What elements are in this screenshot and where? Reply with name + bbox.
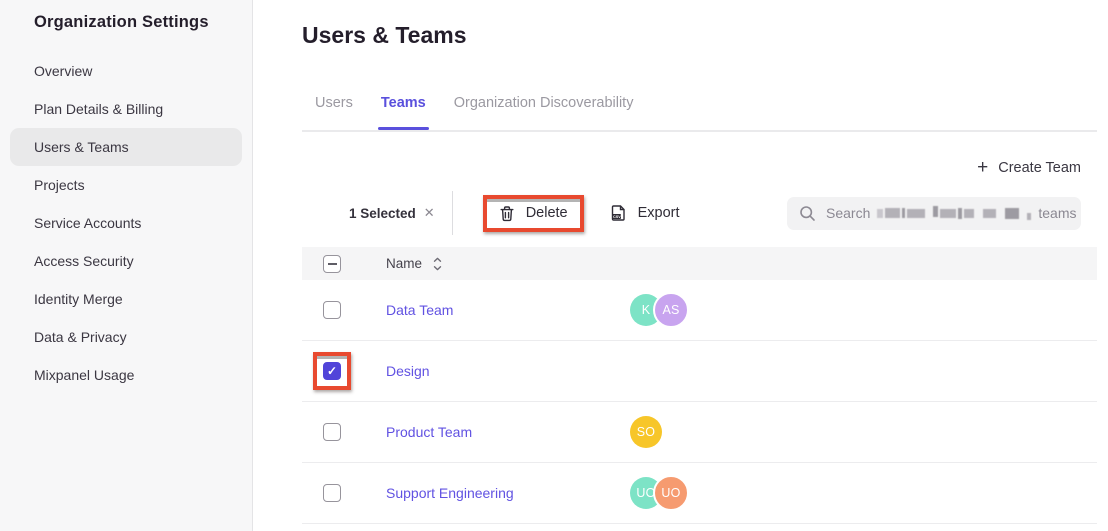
header-name-cell: Name [386,256,630,271]
csv-file-icon: CSV [610,204,627,222]
sidebar-item-projects[interactable]: Projects [10,166,242,204]
delete-annotation-box: Delete [483,195,584,232]
tab-users[interactable]: Users [315,95,353,130]
team-name-link[interactable]: Product Team [386,424,472,440]
sidebar-item-identity-merge[interactable]: Identity Merge [10,280,242,318]
member-avatar: AS [653,292,689,328]
row-name-cell: Data Team [386,302,630,318]
team-name-link[interactable]: Design [386,363,430,379]
sidebar-item-label: Service Accounts [34,215,141,231]
trash-icon [499,205,515,222]
row-name-cell: Support Engineering [386,485,630,501]
selected-count: 1 Selected [349,206,416,221]
delete-label: Delete [526,205,568,221]
checkbox-annotation-box [323,484,341,502]
export-button[interactable]: CSV Export [610,204,680,222]
sidebar-item-label: Mixpanel Usage [34,367,134,383]
close-icon: ✕ [424,205,435,220]
tab-label: Teams [381,95,426,111]
organization-settings-page: Organization Settings Overview Plan Deta… [0,0,1108,531]
select-all-checkbox[interactable] [323,255,341,273]
clear-selection-button[interactable]: ✕ [424,205,435,221]
row-avatars: KAS [630,292,689,328]
table-row-data-team: Data Team KAS [302,280,1097,341]
tab-organization-discoverability[interactable]: Organization Discoverability [454,95,634,130]
export-label: Export [638,205,680,221]
row-checkbox[interactable] [323,362,341,380]
create-row: + Create Team [253,160,1081,176]
header-checkbox-cell [302,255,386,273]
sidebar-item-overview[interactable]: Overview [10,52,242,90]
page-title: Users & Teams [302,22,1108,49]
sidebar-title: Organization Settings [34,13,252,32]
selection-summary: 1 Selected ✕ [349,205,435,221]
sidebar-item-label: Identity Merge [34,291,123,307]
member-avatar: SO [630,416,662,448]
table-row-support-engineering: Support Engineering UOUO [302,463,1097,524]
row-checkbox-cell [302,423,386,441]
sidebar-item-label: Plan Details & Billing [34,101,163,117]
sidebar: Organization Settings Overview Plan Deta… [0,0,253,531]
toolbar-divider [452,191,453,235]
member-avatar: UO [653,475,689,511]
tab-label: Organization Discoverability [454,95,634,111]
sidebar-item-plan-details-billing[interactable]: Plan Details & Billing [10,90,242,128]
redacted-text-blocks [877,206,1031,221]
row-checkbox-cell [302,362,386,380]
create-team-label: Create Team [998,160,1081,176]
sidebar-nav: Overview Plan Details & Billing Users & … [0,52,252,394]
sidebar-item-label: Data & Privacy [34,329,127,345]
team-name-link[interactable]: Data Team [386,302,453,318]
sidebar-item-label: Overview [34,63,92,79]
row-checkbox[interactable] [323,484,341,502]
sidebar-item-users-teams[interactable]: Users & Teams [10,128,242,166]
plus-icon: + [977,161,988,175]
sidebar-item-data-privacy[interactable]: Data & Privacy [10,318,242,356]
checkbox-annotation-box [323,301,341,319]
checkbox-annotation-box [313,352,351,390]
sidebar-item-mixpanel-usage[interactable]: Mixpanel Usage [10,356,242,394]
svg-text:CSV: CSV [613,215,621,219]
search-placeholder: Search teams [826,205,1076,221]
row-checkbox[interactable] [323,423,341,441]
row-name-cell: Design [386,363,630,379]
table-row-product-team: Product Team SO [302,402,1097,463]
table-header-row: Name [302,247,1097,280]
row-avatars: SO [630,416,662,448]
main-content: Users & Teams Users Teams Organization D… [253,0,1108,531]
sidebar-item-label: Access Security [34,253,134,269]
row-checkbox[interactable] [323,301,341,319]
row-checkbox-cell [302,484,386,502]
sidebar-item-label: Users & Teams [34,139,129,155]
tab-divider [302,130,1097,132]
sidebar-item-label: Projects [34,177,85,193]
sort-icon[interactable] [433,257,442,271]
tab-bar: Users Teams Organization Discoverability [302,95,1108,130]
tab-teams[interactable]: Teams [381,95,426,130]
search-input[interactable]: Search teams [787,197,1081,230]
tab-label: Users [315,95,353,111]
bulk-actions-toolbar: 1 Selected ✕ Delete [302,191,1097,235]
table-body: Data Team KAS Design Product Team SO [302,280,1097,524]
sidebar-item-access-security[interactable]: Access Security [10,242,242,280]
checkbox-annotation-box [323,423,341,441]
row-name-cell: Product Team [386,424,630,440]
table-row-design: Design [302,341,1097,402]
team-name-link[interactable]: Support Engineering [386,485,514,501]
row-checkbox-cell [302,301,386,319]
name-column-header: Name [386,256,422,271]
create-team-button[interactable]: + Create Team [977,160,1081,176]
delete-button[interactable]: Delete [499,205,568,222]
search-icon [799,205,816,222]
row-avatars: UOUO [630,475,689,511]
teams-table: Name Data Team KAS [302,247,1097,524]
sidebar-item-service-accounts[interactable]: Service Accounts [10,204,242,242]
